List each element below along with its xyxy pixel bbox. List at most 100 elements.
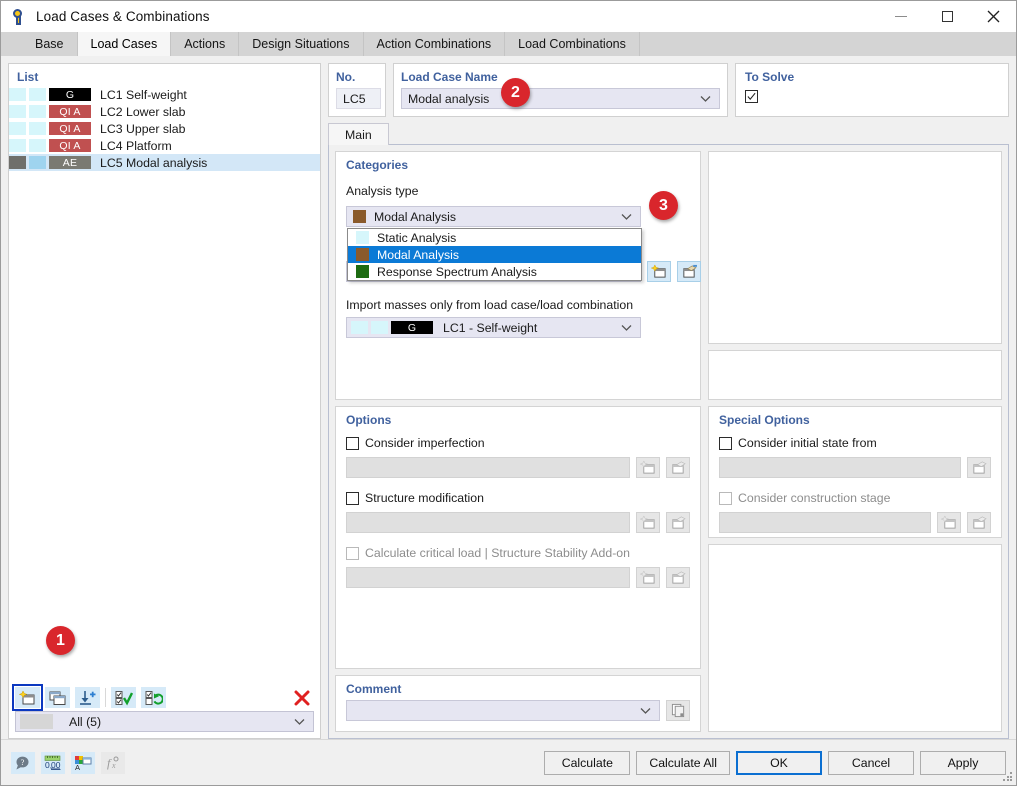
hidden-field-buttons — [647, 261, 701, 282]
list-panel-title: List — [17, 70, 39, 84]
structure-modification-new-button[interactable] — [636, 512, 660, 533]
new-window-icon — [640, 460, 655, 474]
resize-grip[interactable] — [1003, 772, 1013, 782]
comment-templates-button[interactable] — [666, 700, 690, 721]
display-properties-button[interactable]: A — [71, 751, 95, 774]
chevron-down-icon — [621, 213, 632, 220]
option-item-consider-imperfection: Consider imperfection — [336, 427, 700, 478]
copy-load-case-button[interactable] — [45, 687, 70, 708]
consider-initial-state-checkbox[interactable] — [719, 436, 732, 450]
close-icon — [987, 10, 999, 23]
check-all-icon — [115, 690, 133, 705]
svg-text:A: A — [75, 763, 80, 771]
comment-input[interactable] — [346, 700, 660, 721]
tab-base[interactable]: Base — [22, 32, 78, 56]
imperfection-new-button[interactable] — [636, 457, 660, 478]
edit-window-icon — [672, 571, 686, 584]
invert-selection-icon — [145, 690, 163, 705]
left-column: Categories Analysis type MDSL - 4 | LC1-… — [335, 151, 701, 732]
new-load-case-button[interactable] — [12, 684, 43, 711]
right-column: Special Options Consider initial state f… — [708, 151, 1002, 732]
edit-entry-button[interactable] — [677, 261, 701, 282]
list-item[interactable]: QI A LC4 Platform — [9, 137, 320, 154]
load-case-name: Upper slab — [126, 121, 186, 136]
load-case-number: LC2 — [100, 104, 123, 119]
load-case-name: Lower slab — [126, 104, 186, 119]
tab-actions[interactable]: Actions — [171, 32, 240, 56]
load-case-list[interactable]: G LC1 Self-weight QI A LC2 Lower slab QI… — [9, 86, 320, 684]
color-swatch-2 — [29, 105, 46, 118]
tab-load-cases[interactable]: Load Cases — [77, 32, 172, 56]
load-case-number: LC4 — [100, 138, 123, 153]
tab-main[interactable]: Main — [328, 123, 389, 145]
analysis-type-dropdown-list[interactable]: Static Analysis Modal Analysis Response … — [347, 228, 642, 281]
to-solve-checkbox[interactable] — [745, 90, 758, 103]
units-decimal-icon: 0, 00 — [44, 755, 61, 770]
list-item[interactable]: G LC1 Self-weight — [9, 86, 320, 103]
analysis-type-combo[interactable]: Modal Analysis Static Analysis Modal Ana… — [346, 206, 642, 281]
cancel-button[interactable]: Cancel — [828, 750, 914, 775]
special-options-group: Special Options Consider initial state f… — [708, 406, 1002, 538]
chevron-down-icon — [621, 324, 632, 331]
structure-modification-edit-button[interactable] — [666, 512, 690, 533]
dropdown-option-static-analysis[interactable]: Static Analysis — [348, 229, 641, 246]
calculate-button[interactable]: Calculate — [544, 750, 631, 775]
option-label: Response Spectrum Analysis — [377, 264, 537, 279]
load-case-badge: AE — [49, 156, 91, 169]
tab-action-combinations[interactable]: Action Combinations — [363, 32, 506, 56]
structure-modification-field[interactable] — [346, 512, 630, 533]
tab-load-combinations[interactable]: Load Combinations — [505, 32, 640, 56]
maximize-button[interactable] — [924, 1, 970, 32]
apply-button[interactable]: Apply — [920, 750, 1006, 775]
construction-stage-edit-button — [967, 512, 991, 533]
consider-imperfection-field[interactable] — [346, 457, 630, 478]
color-swatch-1 — [9, 156, 26, 169]
select-all-button[interactable] — [111, 687, 136, 708]
calculate-all-button[interactable]: Calculate All — [636, 750, 730, 775]
help-button[interactable]: ? — [11, 751, 35, 774]
dropdown-option-modal-analysis[interactable]: Modal Analysis — [348, 246, 641, 263]
load-case-name-input[interactable]: Modal analysis — [401, 88, 720, 109]
consider-initial-state-field[interactable] — [719, 457, 961, 478]
empty-group-middle — [708, 350, 1002, 400]
load-case-name-label: Load Case Name — [401, 70, 498, 84]
tab-design-situations[interactable]: Design Situations — [239, 32, 364, 56]
option-label: Static Analysis — [377, 230, 457, 245]
minimize-button[interactable] — [878, 1, 924, 32]
color-swatch-2 — [29, 139, 46, 152]
list-filter-combo[interactable]: All (5) — [15, 711, 314, 732]
delete-load-case-button[interactable] — [289, 687, 314, 708]
list-item[interactable]: QI A LC2 Lower slab — [9, 103, 320, 120]
consider-imperfection-checkbox[interactable] — [346, 436, 359, 450]
categories-title: Categories — [346, 158, 409, 172]
new-entry-button[interactable] — [647, 261, 671, 282]
dialog-footer: ? 0, 00 A f x Calculate Calculate All OK… — [1, 739, 1016, 785]
import-load-case-button[interactable] — [75, 687, 100, 708]
import-masses-label: Import masses only from load case/load c… — [346, 298, 634, 312]
import-masses-combo[interactable]: G LC1 - Self-weight — [346, 317, 641, 338]
formula-button[interactable]: f x — [101, 751, 125, 774]
no-value: LC5 — [343, 91, 366, 106]
list-item[interactable]: QI A LC3 Upper slab — [9, 120, 320, 137]
imperfection-edit-button[interactable] — [666, 457, 690, 478]
load-case-number: LC3 — [100, 121, 123, 136]
option-item-structure-modification: Structure modification — [336, 478, 700, 533]
structure-modification-checkbox[interactable] — [346, 491, 359, 505]
initial-state-edit-button[interactable] — [967, 457, 991, 478]
close-button[interactable] — [970, 1, 1016, 32]
list-item-selected[interactable]: AE LC5 Modal analysis — [9, 154, 320, 171]
dropdown-option-response-spectrum-analysis[interactable]: Response Spectrum Analysis — [348, 263, 641, 280]
color-swatch-2 — [29, 88, 46, 101]
step-marker-1: 1 — [46, 626, 75, 655]
load-case-badge: QI A — [49, 139, 91, 152]
critical-load-new-button — [636, 567, 660, 588]
list-filter-value: All (5) — [69, 714, 102, 729]
critical-load-edit-button — [666, 567, 690, 588]
units-button[interactable]: 0, 00 — [41, 751, 65, 774]
color-swatch-1 — [9, 139, 26, 152]
invert-selection-button[interactable] — [141, 687, 166, 708]
calculate-critical-load-label: Calculate critical load | Structure Stab… — [365, 546, 630, 560]
ok-button[interactable]: OK — [736, 750, 822, 775]
no-label: No. — [336, 70, 356, 84]
load-case-name: Self-weight — [126, 87, 187, 102]
